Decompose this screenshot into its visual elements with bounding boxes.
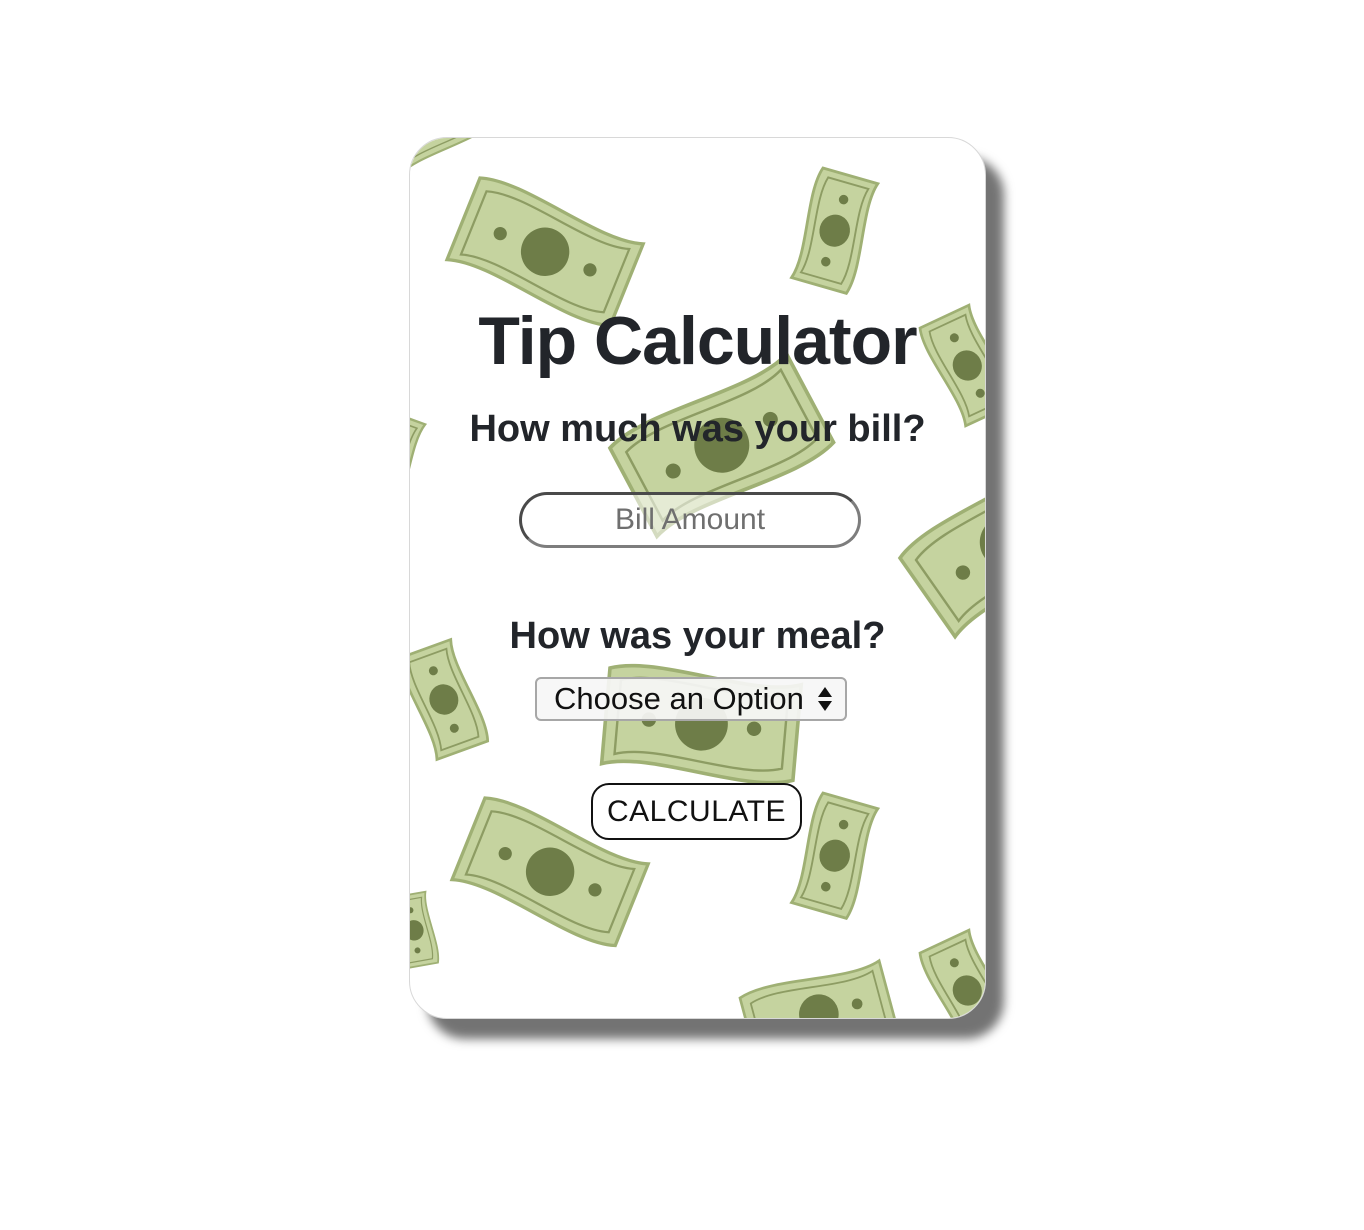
calculator-form: Tip Calculator How much was your bill? H… [410,138,985,1018]
page-background: Tip Calculator How much was your bill? H… [0,0,1364,1230]
bill-amount-input[interactable] [519,492,861,548]
meal-rating-selected-label: Choose an Option [554,681,804,716]
tip-calculator-card: Tip Calculator How much was your bill? H… [409,137,986,1019]
calculate-button[interactable]: CALCULATE [591,783,802,840]
meal-rating-select[interactable]: Choose an Option [535,677,847,721]
bill-question-label: How much was your bill? [469,408,926,450]
up-down-chevron-icon [813,684,837,714]
page-title: Tip Calculator [478,303,917,379]
meal-question-label: How was your meal? [509,615,886,657]
